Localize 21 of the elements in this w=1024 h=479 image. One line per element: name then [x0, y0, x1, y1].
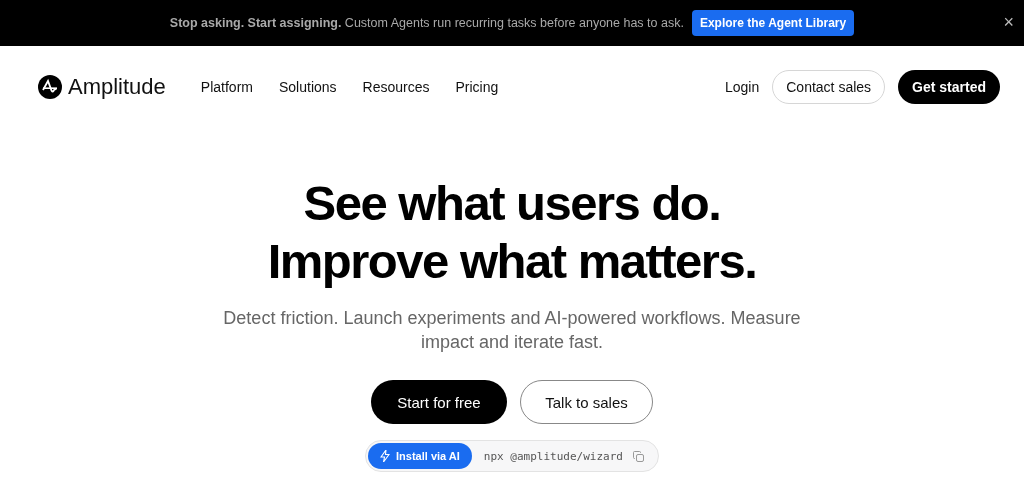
bolt-icon — [380, 450, 391, 462]
start-free-button[interactable]: Start for free — [371, 380, 507, 424]
copy-icon[interactable] — [632, 450, 644, 462]
contact-sales-button[interactable]: Contact sales — [772, 70, 886, 104]
nav-link[interactable]: Pricing — [455, 79, 499, 95]
announcement-text: Stop asking. Start assigning. Custom Agents run recurring tasks before anyone has to ask. — [169, 16, 684, 30]
hero-heading: See what users do. — [303, 175, 721, 232]
install-ai-button[interactable]: Install via AI — [368, 443, 472, 469]
logo-icon[interactable] — [38, 75, 62, 99]
hero-heading: Improve what matters. — [267, 233, 757, 290]
nav-link[interactable]: Resources — [362, 79, 430, 95]
talk-sales-button[interactable]: Talk to sales — [520, 380, 653, 424]
install-command: npx @amplitude/wizard — [483, 449, 623, 463]
nav-link[interactable]: Platform — [200, 79, 253, 95]
get-started-button[interactable]: Get started — [898, 70, 1000, 104]
hero-subtitle: Detect friction. Launch experiments and AI-powered workflows. Measure impact and iterate fast. — [222, 307, 802, 354]
login-link[interactable]: Login — [725, 79, 760, 95]
nav-link[interactable]: Solutions — [278, 79, 337, 95]
agent-library-button[interactable]: Explore the Agent Library — [691, 10, 855, 36]
logo-text[interactable]: Amplitude — [68, 74, 166, 100]
close-button[interactable]: × — [1001, 12, 1016, 32]
